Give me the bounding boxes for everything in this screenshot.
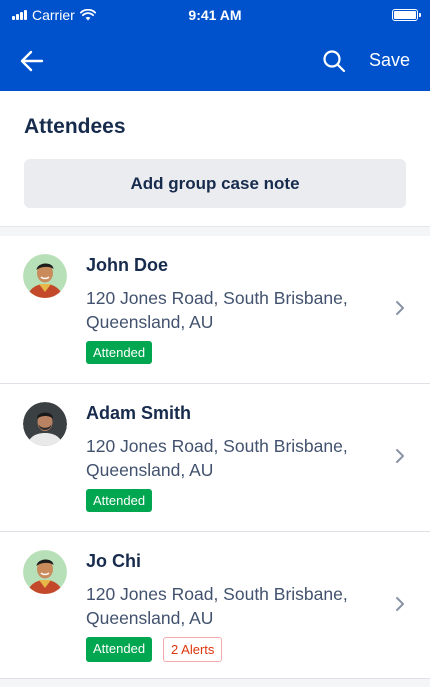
badge-group: Attended 2 Alerts — [86, 637, 366, 662]
app-header: Carrier 9:41 AM Save — [0, 0, 430, 91]
back-button[interactable] — [20, 46, 50, 76]
attendee-address: 120 Jones Road, South Brisbane, Queensla… — [86, 436, 348, 480]
attendee-content: Jo Chi 120 Jones Road, South Brisbane, Q… — [86, 550, 406, 678]
chevron-right-icon — [396, 597, 404, 611]
avatar — [23, 402, 67, 446]
attended-badge: Attended — [86, 341, 153, 364]
chevron-right-icon — [396, 301, 404, 315]
arrow-left-icon — [20, 50, 44, 71]
status-right — [392, 9, 421, 21]
badge-group: Attended — [86, 341, 366, 364]
attendee-row[interactable]: Adam Smith 120 Jones Road, South Brisban… — [0, 384, 430, 532]
attendee-row[interactable]: Jo Chi 120 Jones Road, South Brisbane, Q… — [0, 532, 430, 679]
attendee-name: Jo Chi — [86, 551, 142, 571]
section-divider — [0, 226, 430, 236]
add-group-case-note-button[interactable]: Add group case note — [24, 159, 406, 208]
status-bar: Carrier 9:41 AM — [0, 0, 430, 30]
battery-icon — [392, 9, 421, 21]
avatar — [23, 254, 67, 298]
attended-badge: Attended — [86, 489, 153, 512]
attendee-address: 120 Jones Road, South Brisbane, Queensla… — [86, 288, 348, 332]
attended-badge: Attended — [86, 637, 153, 662]
alerts-badge[interactable]: 2 Alerts — [163, 637, 223, 662]
attendee-name: John Doe — [86, 255, 169, 275]
search-icon — [323, 49, 346, 72]
page-title: Attendees — [24, 115, 126, 138]
nav-bar: Save — [0, 30, 430, 91]
attendee-content: Adam Smith 120 Jones Road, South Brisban… — [86, 402, 406, 531]
attendee-name: Adam Smith — [86, 403, 192, 423]
attendee-list: John Doe 120 Jones Road, South Brisbane,… — [0, 236, 430, 679]
search-button[interactable] — [319, 46, 349, 76]
attendee-address: 120 Jones Road, South Brisbane, Queensla… — [86, 584, 348, 628]
badge-group: Attended — [86, 489, 366, 512]
chevron-right-icon — [396, 449, 404, 463]
avatar — [23, 550, 67, 594]
save-button[interactable]: Save — [369, 50, 414, 71]
attendee-content: John Doe 120 Jones Road, South Brisbane,… — [86, 254, 406, 383]
list-end-band — [0, 679, 430, 687]
attendee-row[interactable]: John Doe 120 Jones Road, South Brisbane,… — [0, 236, 430, 384]
status-time: 9:41 AM — [188, 7, 242, 23]
attendees-section: Attendees Add group case note — [0, 91, 430, 226]
